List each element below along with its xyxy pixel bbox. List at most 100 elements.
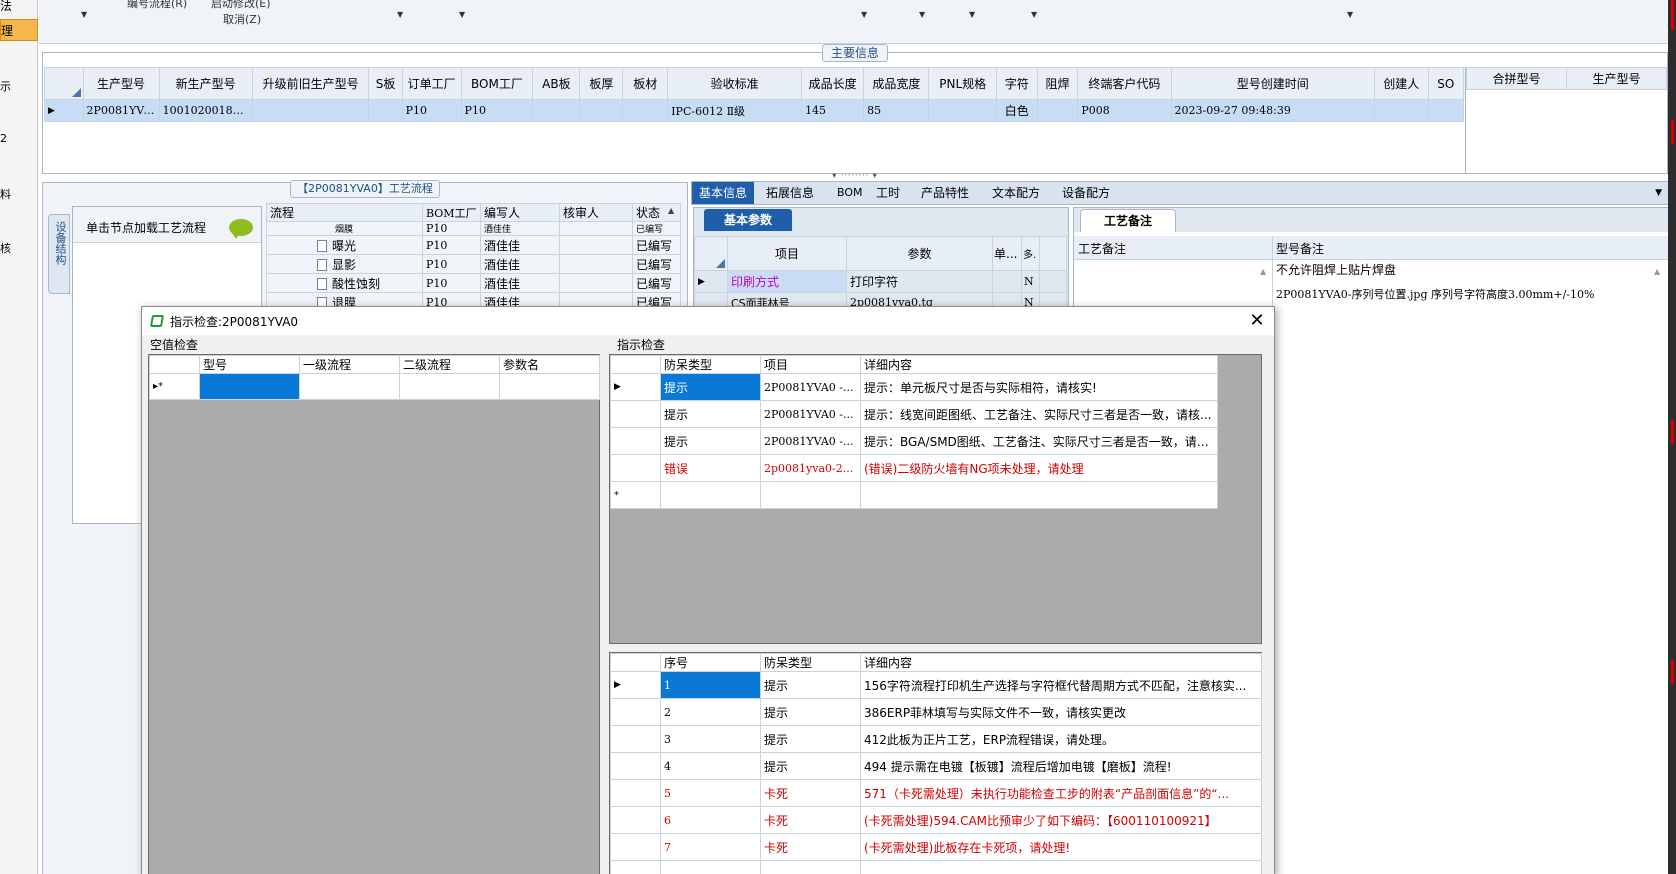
left-strip-item-1[interactable]: 理: [0, 19, 38, 41]
lower-type[interactable]: 卡死: [760, 779, 861, 807]
param-multi[interactable]: N: [1021, 270, 1040, 293]
indicator-item[interactable]: 2P0081YVA0 -...: [760, 373, 861, 401]
new-row[interactable]: ▸*: [149, 373, 600, 400]
tab-work-hours[interactable]: 工时: [869, 182, 907, 204]
indicator-detail[interactable]: (错误)二级防火墙有NG项未处理，请处理: [860, 454, 1218, 482]
craft-notes-col1[interactable]: 工艺备注: [1078, 240, 1126, 257]
tab-product-features[interactable]: 产品特性: [914, 182, 976, 204]
column-header[interactable]: 验收标准: [667, 67, 803, 100]
table-cell[interactable]: [1036, 99, 1079, 122]
indicator-type[interactable]: 提示: [660, 400, 761, 428]
column-header[interactable]: 生产型号: [82, 67, 160, 100]
dropdown-arrow-icon[interactable]: ▼: [1347, 10, 1353, 19]
column-header[interactable]: BOM工厂: [422, 203, 481, 222]
indicator-type[interactable]: 错误: [660, 454, 761, 482]
table-row[interactable]: 提示 2P0081YVA0 -... 提示：BGA/SMD图纸、工艺备注、实际尺…: [610, 427, 1218, 455]
table-row[interactable]: 7 卡死 (卡死需处理)此板存在卡死项，请处理!: [610, 833, 1262, 861]
lower-detail[interactable]: 386ERP菲林填写与实际文件不一致，请核实更改: [860, 698, 1262, 726]
dialog-titlebar[interactable]: 指示检查:2P0081YVA0 ✕: [142, 307, 1274, 335]
table-row[interactable]: ▶ 1 提示 156字符流程打印机生产选择与字符框代替周期方式不匹配，注意核实.…: [610, 671, 1262, 699]
indicator-type[interactable]: 提示: [660, 427, 761, 455]
dropdown-arrow-icon[interactable]: ▼: [1655, 188, 1662, 198]
column-header[interactable]: BOM工厂: [460, 67, 534, 100]
column-header[interactable]: S板: [368, 67, 403, 100]
process-row[interactable]: 曝光 P10 酒佳佳 已编写: [266, 235, 681, 255]
table-row[interactable]: [610, 860, 1262, 874]
process-row[interactable]: 显影 P10 酒佳佳 已编写: [266, 254, 681, 274]
table-cell[interactable]: 2023-09-27 09:48:39: [1170, 99, 1375, 122]
lower-detail[interactable]: (卡死需处理)此板存在卡死项，请处理!: [860, 833, 1262, 861]
column-header[interactable]: 型号创建时间: [1170, 67, 1375, 100]
table-cell[interactable]: [860, 860, 1262, 874]
dropdown-arrow-icon[interactable]: ▼: [861, 10, 867, 19]
table-cell[interactable]: [622, 99, 669, 122]
table-cell[interactable]: P10: [460, 99, 534, 122]
left-strip-item-0[interactable]: 法: [0, 0, 12, 14]
table-cell[interactable]: P008: [1077, 99, 1172, 122]
dropdown-arrow-icon[interactable]: ▼: [1031, 10, 1037, 19]
column-header[interactable]: 升级前旧生产型号: [251, 67, 370, 100]
indicator-type[interactable]: 提示: [660, 373, 761, 401]
craft-notes-scroll-up-icon[interactable]: ▲: [1260, 267, 1266, 276]
table-cell[interactable]: [660, 481, 761, 509]
column-header[interactable]: 阻焊: [1036, 67, 1079, 100]
lower-no[interactable]: 4: [660, 752, 761, 780]
param-unit[interactable]: [992, 270, 1022, 293]
lower-type[interactable]: 提示: [760, 671, 861, 699]
table-cell[interactable]: [299, 373, 400, 400]
table-row[interactable]: 提示 2P0081YVA0 -... 提示：线宽间距图纸、工艺备注、实际尺寸三者…: [610, 400, 1218, 428]
craft-notes-col2[interactable]: 型号备注: [1276, 240, 1324, 257]
table-cell[interactable]: 10010200184936: [158, 99, 253, 122]
table-cell[interactable]: 白色: [995, 99, 1038, 122]
table-row[interactable]: 5 卡死 571（卡死需处理）未执行功能检查工步的附表“产品剖面信息”的“...: [610, 779, 1262, 807]
dropdown-arrow-icon[interactable]: ▼: [397, 10, 403, 19]
close-icon[interactable]: ✕: [1242, 308, 1272, 334]
table-row[interactable]: 错误 2p0081yva0-2... (错误)二级防火墙有NG项未处理，请处理: [610, 454, 1218, 482]
column-header[interactable]: 核审人: [559, 203, 633, 222]
column-header[interactable]: 详细内容: [860, 355, 1218, 374]
table-cell[interactable]: [251, 99, 370, 122]
lower-no[interactable]: 5: [660, 779, 761, 807]
indicator-detail[interactable]: 提示：BGA/SMD图纸、工艺备注、实际尺寸三者是否一致，请核实!: [860, 427, 1218, 455]
table-row[interactable]: 4 提示 494 提示需在电镀【板镀】流程后增加电镀【磨板】流程!: [610, 752, 1262, 780]
indicator-detail[interactable]: 提示：线宽间距图纸、工艺备注、实际尺寸三者是否一致，请核...: [860, 400, 1218, 428]
column-header[interactable]: 序号: [660, 653, 761, 672]
table-row[interactable]: 6 卡死 (卡死需处理)594.CAM比预审少了如下编码：【6001101009…: [610, 806, 1262, 834]
lower-detail[interactable]: 571（卡死需处理）未执行功能检查工步的附表“产品剖面信息”的“...: [860, 779, 1262, 807]
lower-no[interactable]: 7: [660, 833, 761, 861]
table-row[interactable]: ▶ 印刷方式 打印字符 N: [694, 270, 1067, 293]
left-strip-item-2[interactable]: 示: [0, 78, 11, 94]
lower-no[interactable]: 6: [660, 806, 761, 834]
column-header[interactable]: AB板: [532, 67, 581, 100]
toolbar-menu-start-modify[interactable]: 启动修改(E): [211, 0, 271, 11]
column-header[interactable]: 防呆类型: [660, 355, 761, 374]
tab-basic-info[interactable]: 基本信息: [692, 182, 755, 204]
tab-equipment-recipe[interactable]: 设备配方: [1055, 182, 1117, 204]
process-node-name[interactable]: 显影: [266, 254, 423, 274]
table-cell[interactable]: [760, 860, 861, 874]
table-cell[interactable]: IPC-6012 Ⅱ级: [667, 99, 803, 122]
column-header[interactable]: 字符: [995, 67, 1038, 100]
column-header[interactable]: 项目: [760, 355, 861, 374]
scroll-up-arrow-icon[interactable]: ▲: [668, 206, 674, 215]
table-cell[interactable]: [1427, 99, 1465, 122]
column-header[interactable]: 成品宽度: [863, 67, 930, 100]
indicator-item[interactable]: 2p0081yva0-2...: [760, 454, 861, 482]
process-node-name[interactable]: 酸性蚀刻: [266, 273, 423, 293]
tab-extended-info[interactable]: 拓展信息: [759, 182, 821, 204]
process-node-name[interactable]: 曝光: [266, 235, 423, 255]
indicator-item[interactable]: 2P0081YVA0 -...: [760, 400, 861, 428]
lower-type[interactable]: 提示: [760, 752, 861, 780]
column-header[interactable]: 合拼型号: [1466, 67, 1567, 90]
dropdown-arrow-icon[interactable]: ▼: [919, 10, 925, 19]
toolbar-menu-cancel[interactable]: 取消(Z): [223, 11, 261, 27]
table-cell[interactable]: [760, 481, 861, 509]
table-cell[interactable]: [579, 99, 624, 122]
column-header[interactable]: 编写人: [480, 203, 560, 222]
table-cell[interactable]: [660, 860, 761, 874]
param-item[interactable]: 印刷方式: [727, 270, 847, 293]
column-header[interactable]: 一级流程: [299, 355, 400, 374]
column-header[interactable]: 板厚: [579, 67, 624, 100]
lower-detail[interactable]: 412此板为正片工艺，ERP流程错误，请处理。: [860, 725, 1262, 753]
model-note-scroll-up-icon[interactable]: ▲: [1654, 267, 1660, 276]
